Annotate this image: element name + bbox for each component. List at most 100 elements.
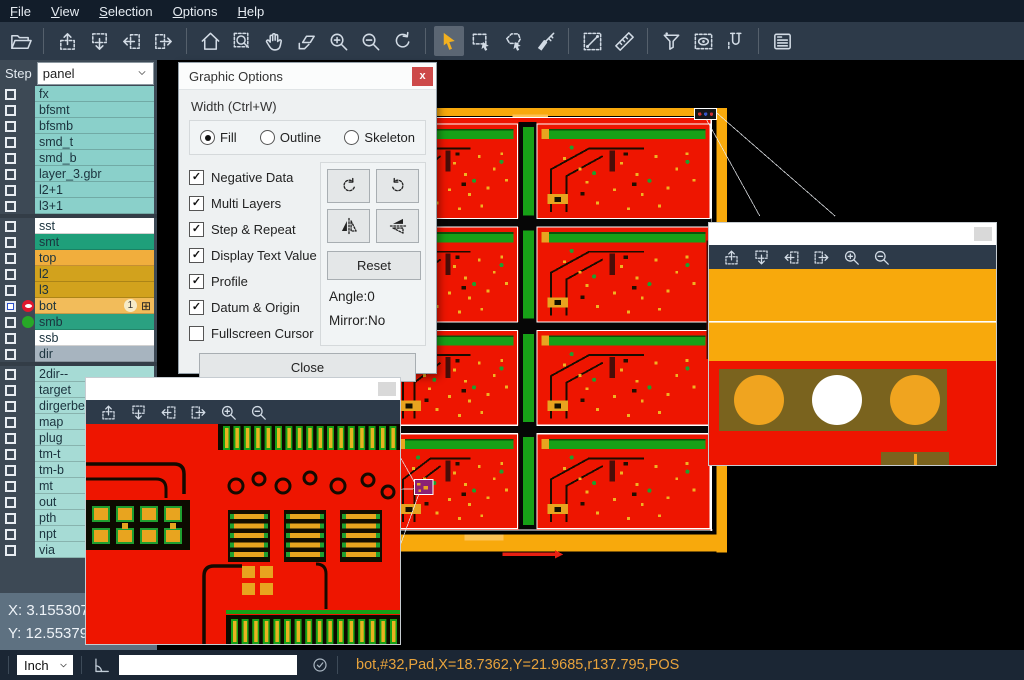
layer-checkbox[interactable]	[5, 137, 16, 148]
layer-checkbox[interactable]	[5, 89, 16, 100]
angle-mode-icon[interactable]	[92, 656, 111, 675]
checkbox-datum-origin[interactable]: ✓Datum & Origin	[189, 294, 320, 320]
magnifier-title-bar[interactable]	[709, 223, 996, 245]
layer-row-l3[interactable]: l3	[0, 282, 157, 298]
measure-button[interactable]	[577, 26, 607, 56]
select-poly-button[interactable]	[498, 26, 528, 56]
menu-options[interactable]: Options	[163, 0, 228, 22]
layer-checkbox[interactable]	[5, 417, 16, 428]
move-right-button[interactable]	[148, 26, 178, 56]
move-down-button[interactable]	[84, 26, 114, 56]
layer-row-l2[interactable]: l2	[0, 266, 157, 282]
layer-checkbox[interactable]	[5, 481, 16, 492]
move-left-button[interactable]	[156, 401, 180, 423]
move-right-button[interactable]	[809, 246, 833, 268]
move-left-button[interactable]	[779, 246, 803, 268]
zoom-object-button[interactable]	[291, 26, 321, 56]
zoom-in-button[interactable]	[839, 246, 863, 268]
checkbox-profile[interactable]: ✓Profile	[189, 268, 320, 294]
radio-outline[interactable]: Outline	[260, 130, 321, 145]
zoom-in-button[interactable]	[216, 401, 240, 423]
magnified-pcb-detail[interactable]	[709, 269, 996, 465]
command-input[interactable]	[119, 655, 297, 675]
menu-file[interactable]: File	[0, 0, 41, 22]
unit-select[interactable]: Inch	[17, 655, 73, 675]
layer-checkbox[interactable]	[5, 169, 16, 180]
layer-name[interactable]: bfsmt	[35, 102, 154, 118]
layer-checkbox[interactable]	[5, 201, 16, 212]
rotate-cw-button[interactable]	[327, 169, 370, 203]
dialog-title-bar[interactable]: Graphic Options x	[179, 63, 436, 90]
layer-checkbox[interactable]	[5, 449, 16, 460]
flip-vertical-button[interactable]	[376, 209, 419, 243]
layer-checkbox[interactable]	[5, 513, 16, 524]
radio-fill[interactable]: Fill	[200, 130, 237, 145]
layer-name[interactable]: fx	[35, 86, 154, 102]
layer-row-bot[interactable]: bot1⊞	[0, 298, 157, 314]
layer-checkbox[interactable]	[5, 301, 16, 312]
layer-checkbox[interactable]	[5, 401, 16, 412]
window-button[interactable]	[378, 382, 396, 396]
menu-help[interactable]: Help	[227, 0, 274, 22]
layer-checkbox[interactable]	[5, 385, 16, 396]
layer-checkbox[interactable]	[5, 153, 16, 164]
move-down-button[interactable]	[749, 246, 773, 268]
step-select[interactable]: panel	[37, 62, 154, 85]
move-right-button[interactable]	[186, 401, 210, 423]
layer-row-smb[interactable]: smb	[0, 314, 157, 330]
snap-button[interactable]	[720, 26, 750, 56]
layer-name[interactable]: sst	[35, 218, 154, 234]
radio-skeleton[interactable]: Skeleton	[344, 130, 415, 145]
layer-row-bfsmb[interactable]: bfsmb	[0, 118, 157, 134]
layer-name[interactable]: l2+1	[35, 182, 154, 198]
checkbox-negative-data[interactable]: ✓Negative Data	[189, 164, 320, 190]
layer-checkbox[interactable]	[5, 369, 16, 380]
checkbox-step-repeat[interactable]: ✓Step & Repeat	[189, 216, 320, 242]
layer-checkbox[interactable]	[5, 285, 16, 296]
move-up-button[interactable]	[719, 246, 743, 268]
layer-row-sst[interactable]: sst	[0, 218, 157, 234]
pan-hand-button[interactable]	[259, 26, 289, 56]
move-up-button[interactable]	[96, 401, 120, 423]
layer-checkbox[interactable]	[5, 529, 16, 540]
layer-row-smd_b[interactable]: smd_b	[0, 150, 157, 166]
zoom-in-button[interactable]	[323, 26, 353, 56]
layer-checkbox[interactable]	[5, 433, 16, 444]
view-box-button[interactable]	[688, 26, 718, 56]
home-button[interactable]	[195, 26, 225, 56]
menu-selection[interactable]: Selection	[89, 0, 162, 22]
layer-row-smd_t[interactable]: smd_t	[0, 134, 157, 150]
clean-brush-button[interactable]	[530, 26, 560, 56]
flip-horizontal-button[interactable]	[327, 209, 370, 243]
layer-name[interactable]: smd_t	[35, 134, 154, 150]
select-cursor-button[interactable]	[434, 26, 464, 56]
zoom-out-button[interactable]	[246, 401, 270, 423]
select-rect-button[interactable]	[466, 26, 496, 56]
layer-row-l2+1[interactable]: l2+1	[0, 182, 157, 198]
layer-checkbox[interactable]	[5, 317, 16, 328]
layer-name[interactable]: l3	[35, 282, 154, 298]
layer-name[interactable]: bot1⊞	[35, 298, 154, 314]
layer-row-l3+1[interactable]: l3+1	[0, 198, 157, 214]
layer-name[interactable]: smt	[35, 234, 154, 250]
layer-name[interactable]: dir	[35, 346, 154, 362]
layer-checkbox[interactable]	[5, 121, 16, 132]
magnifier-title-bar[interactable]	[86, 378, 400, 400]
sync-check-icon[interactable]	[311, 656, 329, 674]
layer-checkbox[interactable]	[5, 465, 16, 476]
layer-row-dir[interactable]: dir	[0, 346, 157, 362]
layer-checkbox[interactable]	[5, 545, 16, 556]
layer-row-bfsmt[interactable]: bfsmt	[0, 102, 157, 118]
move-down-button[interactable]	[126, 401, 150, 423]
ruler-button[interactable]	[609, 26, 639, 56]
zoom-out-button[interactable]	[355, 26, 385, 56]
zoom-window-button[interactable]	[227, 26, 257, 56]
layer-name[interactable]: l3+1	[35, 198, 154, 214]
menu-view[interactable]: View	[41, 0, 89, 22]
checkbox-multi-layers[interactable]: ✓Multi Layers	[189, 190, 320, 216]
rotate-ccw-button[interactable]	[376, 169, 419, 203]
layer-checkbox[interactable]	[5, 221, 16, 232]
layer-checkbox[interactable]	[5, 237, 16, 248]
layer-row-layer_3.gbr[interactable]: layer_3.gbr	[0, 166, 157, 182]
move-left-button[interactable]	[116, 26, 146, 56]
